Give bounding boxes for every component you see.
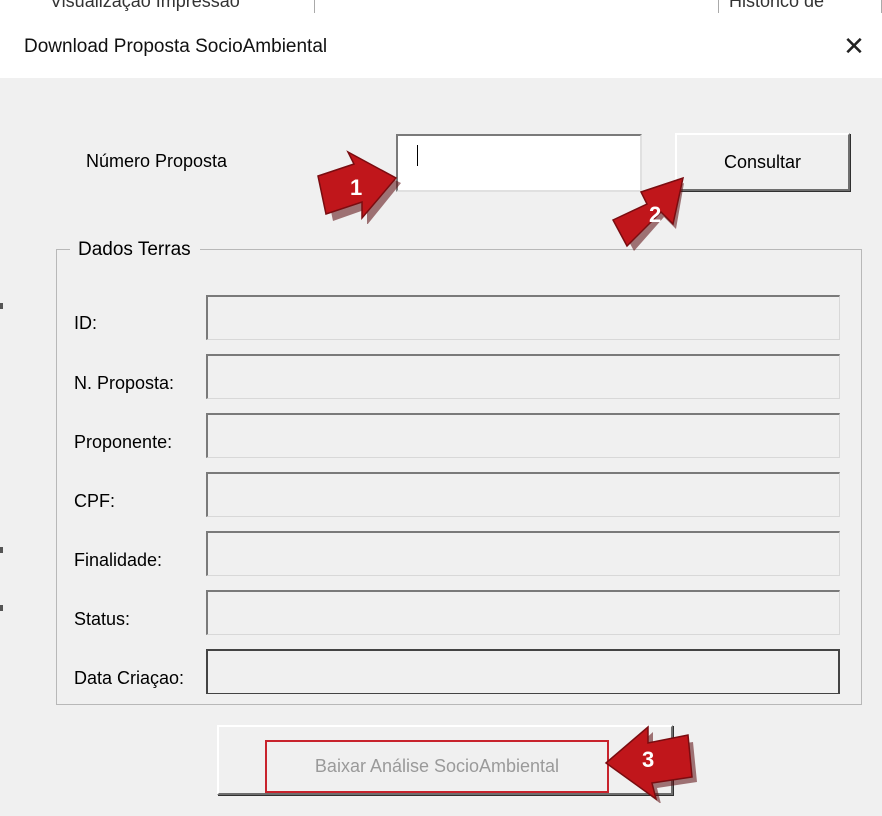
cpf-field[interactable]: [206, 472, 840, 517]
numero-proposta-label: Número Proposta: [86, 151, 228, 171]
step-1-label: 1: [350, 175, 362, 200]
arrow-step-2-icon: 2: [611, 176, 685, 251]
background-edge-mark: [0, 303, 3, 309]
arrow-step-3-icon: 3: [604, 725, 697, 803]
dialog-title: Download Proposta SocioAmbiental: [24, 36, 328, 57]
text-caret: [417, 145, 418, 166]
close-button[interactable]: ✕: [834, 28, 874, 64]
baixar-analise-button-label: Baixar Análise SocioAmbiental: [265, 740, 609, 793]
background-tab-visualizacao: Visualização Impressão: [40, 0, 315, 13]
finalidade-label: Finalidade:: [74, 550, 163, 570]
id-field[interactable]: [206, 295, 840, 340]
status-label: Status:: [74, 609, 131, 629]
id-label: ID:: [74, 313, 98, 333]
dialog-titlebar: Download Proposta SocioAmbiental ✕: [0, 14, 882, 78]
background-edge-mark: [0, 547, 3, 553]
proponente-field[interactable]: [206, 413, 840, 458]
close-icon: ✕: [843, 30, 865, 61]
data-criacao-label: Data Criaçao:: [74, 668, 185, 688]
cpf-label: CPF:: [74, 491, 116, 511]
data-criacao-field[interactable]: [206, 649, 840, 694]
step-2-label: 2: [649, 202, 661, 227]
background-toolbar: Visualização Impressão Histórico de: [0, 0, 882, 15]
step-3-label: 3: [642, 747, 654, 772]
n-proposta-label: N. Proposta:: [74, 373, 175, 393]
n-proposta-field[interactable]: [206, 354, 840, 399]
arrow-step-1-icon: 1: [317, 150, 401, 224]
status-field[interactable]: [206, 590, 840, 635]
proponente-label: Proponente:: [74, 432, 173, 452]
finalidade-field[interactable]: [206, 531, 840, 576]
consultar-button[interactable]: Consultar: [675, 133, 850, 191]
dados-terras-group-title: Dados Terras: [70, 238, 200, 262]
background-tab-historico: Histórico de: [718, 0, 882, 13]
background-edge-mark: [0, 605, 3, 611]
